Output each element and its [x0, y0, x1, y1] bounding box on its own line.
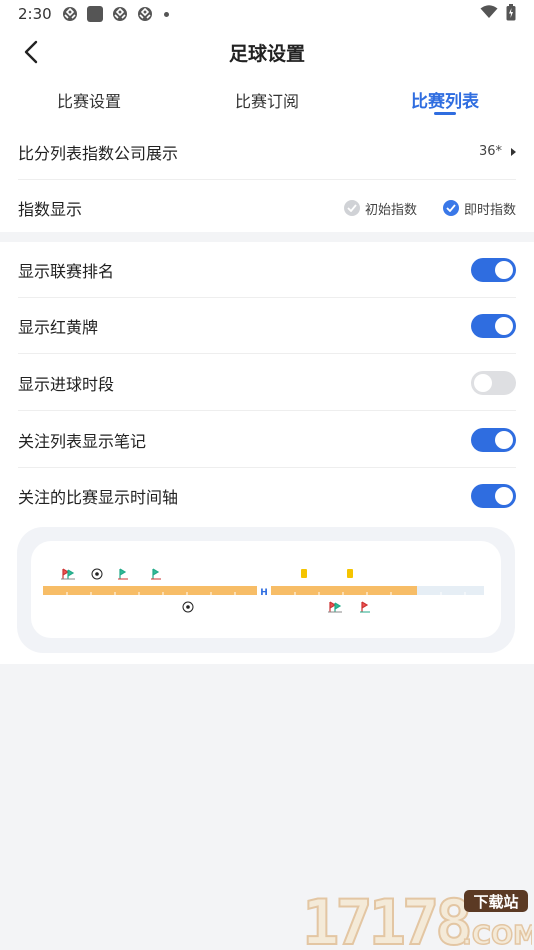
- corner-flag-icon: [61, 568, 75, 580]
- company-display-value[interactable]: 36*: [479, 144, 516, 159]
- check-circle-filled-icon: [442, 200, 459, 216]
- toggle-row-cards: 显示红黄牌: [18, 298, 516, 354]
- toggle-label: 显示红黄牌: [18, 317, 99, 337]
- cards-switch[interactable]: [471, 313, 516, 338]
- settings-group-display: 显示联赛排名 显示红黄牌 显示进球时段 关注列表显示笔记 关注的比赛显示时间轴: [0, 242, 534, 664]
- toggle-row-timeline: 关注的比赛显示时间轴: [18, 468, 516, 524]
- watermark-logo: 17178 下载站 .COM: [301, 885, 534, 950]
- timeline-preview-inner: H: [31, 541, 501, 638]
- toggle-label: 显示联赛排名: [18, 261, 115, 281]
- wifi-icon: [480, 5, 498, 23]
- goal-period-switch[interactable]: [471, 370, 516, 395]
- toggle-label: 显示进球时段: [18, 374, 115, 394]
- corner-flag-icon: [328, 601, 342, 613]
- switch-knob: [495, 260, 513, 279]
- toggle-row-league-rank: 显示联赛排名: [18, 242, 516, 298]
- corner-flag-icon: [118, 568, 128, 580]
- battery-icon: [506, 3, 516, 25]
- option-initial-index-label: 初始指数: [364, 202, 417, 218]
- tab-bar: 比赛设置 比赛订阅 比赛列表: [0, 76, 534, 124]
- watermark-tag: 下载站: [473, 893, 518, 911]
- notification-app-icon-3: [137, 6, 153, 22]
- notification-app-icon: [62, 6, 78, 22]
- tab-match-list[interactable]: 比赛列表: [375, 87, 515, 112]
- notes-switch[interactable]: [471, 427, 516, 452]
- active-tab-indicator: [434, 112, 456, 115]
- option-initial-index[interactable]: 初始指数: [343, 199, 417, 218]
- toggle-label: 关注的比赛显示时间轴: [18, 488, 179, 507]
- half-time-marker: H: [260, 588, 268, 598]
- timeline-preview: H: [17, 527, 515, 653]
- tab-match-subscription[interactable]: 比赛订阅: [197, 88, 337, 112]
- switch-knob: [495, 487, 513, 505]
- option-live-index-label: 即时指数: [463, 202, 516, 218]
- tab-match-settings[interactable]: 比赛设置: [19, 88, 159, 112]
- soccer-ball-icon: [182, 601, 194, 613]
- index-display-label: 指数显示: [18, 200, 83, 219]
- timeline-graphic: H: [43, 568, 484, 613]
- yellow-card-icon: [347, 569, 353, 578]
- company-display-row[interactable]: 比分列表指数公司展示 36*: [18, 124, 516, 180]
- company-display-label: 比分列表指数公司展示: [18, 143, 179, 163]
- status-time: 2:30: [18, 5, 52, 23]
- option-live-index[interactable]: 即时指数: [442, 199, 516, 218]
- settings-group-index: 比分列表指数公司展示 36* 指数显示 初始指数 即时指数: [0, 124, 534, 232]
- status-bar: 2:30: [0, 0, 534, 28]
- switch-knob: [495, 430, 513, 449]
- corner-flag-icon: [360, 601, 370, 613]
- notification-app-icon-2: [112, 6, 128, 22]
- company-display-value-text: 36*: [478, 144, 502, 159]
- toggle-row-goal-period: 显示进球时段: [18, 355, 516, 411]
- more-notifications-icon: [163, 11, 169, 17]
- corner-flag-icon: [151, 568, 161, 580]
- index-display-row: 指数显示 初始指数 即时指数: [18, 180, 516, 236]
- watermark-number: 17178: [302, 886, 469, 950]
- watermark-suffix: .COM: [462, 921, 532, 950]
- switch-knob: [495, 316, 513, 335]
- yellow-card-icon: [301, 569, 307, 578]
- soccer-ball-icon: [91, 568, 103, 580]
- page-title: 足球设置: [228, 43, 305, 65]
- notification-square-icon: [86, 6, 103, 22]
- second-half-bar: [271, 586, 417, 595]
- app-header: 足球设置: [0, 28, 534, 76]
- toggle-label: 关注列表显示笔记: [18, 431, 147, 451]
- site-watermark: 17178 下载站 .COM: [301, 885, 534, 950]
- check-circle-icon: [343, 200, 360, 216]
- toggle-row-notes: 关注列表显示笔记: [18, 412, 516, 468]
- first-half-bar: [43, 586, 257, 595]
- caret-right-icon: [511, 147, 516, 156]
- league-rank-switch[interactable]: [471, 257, 516, 282]
- timeline-switch[interactable]: [471, 484, 516, 508]
- switch-knob: [474, 373, 492, 392]
- remaining-time-bar: [417, 586, 484, 595]
